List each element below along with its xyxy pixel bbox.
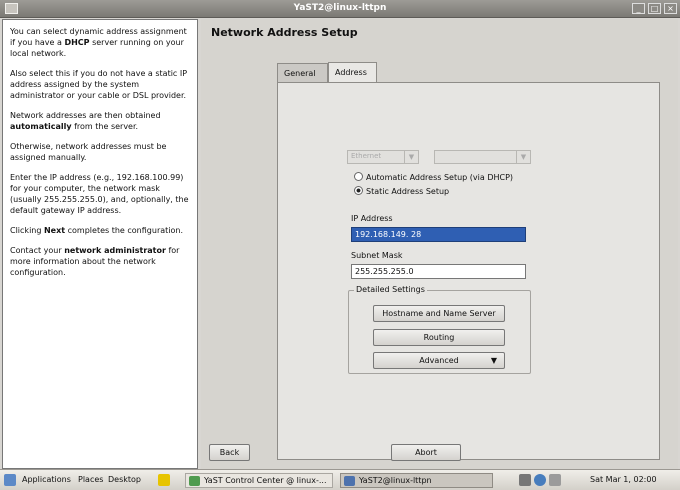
speaker-icon[interactable] xyxy=(549,474,561,486)
clock[interactable]: Sat Mar 1, 02:00 xyxy=(590,475,657,484)
yast-icon xyxy=(189,476,200,486)
config-name-combo: ▼ xyxy=(434,150,531,164)
help-paragraph: Enter the IP address (e.g., 192.168.100.… xyxy=(10,172,191,216)
advanced-button-label: Advanced xyxy=(419,356,459,365)
help-text: Also select this if you do not have a st… xyxy=(10,69,188,100)
help-paragraph: Clicking Next completes the configuratio… xyxy=(10,225,191,236)
window-title: YaST2@linux-lttpn xyxy=(293,3,387,13)
minimize-icon[interactable]: _ xyxy=(632,3,645,14)
help-paragraph: Also select this if you do not have a st… xyxy=(10,68,191,101)
radio-dhcp[interactable]: Automatic Address Setup (via DHCP) xyxy=(354,172,513,182)
hostname-name-server-button[interactable]: Hostname and Name Server xyxy=(373,305,505,322)
help-emphasis: Next xyxy=(43,226,66,235)
help-emphasis: network administrator xyxy=(64,246,166,255)
subnet-mask-field[interactable]: 255.255.255.0 xyxy=(351,264,526,279)
taskbar: Applications Places Desktop YaST Control… xyxy=(0,469,680,490)
task-label: YaST2@linux-lttpn xyxy=(359,476,432,485)
maximize-icon[interactable]: □ xyxy=(648,3,661,14)
help-paragraph: Otherwise, network addresses must be ass… xyxy=(10,141,191,163)
detailed-settings-title: Detailed Settings xyxy=(354,285,427,294)
task-yast-control-center[interactable]: YaST Control Center @ linux-... xyxy=(185,473,333,488)
close-icon[interactable]: × xyxy=(664,3,677,14)
help-text: Otherwise, network addresses must be ass… xyxy=(10,142,167,162)
help-text: Enter the IP address (e.g., 192.168.100.… xyxy=(10,173,189,215)
abort-button[interactable]: Abort xyxy=(391,444,461,461)
menu-applications[interactable]: Applications xyxy=(22,475,71,484)
help-panel: You can select dynamic address assignmen… xyxy=(2,19,198,469)
monitor-icon[interactable] xyxy=(519,474,531,486)
radio-static-label: Static Address Setup xyxy=(366,187,450,196)
help-text: from the server. xyxy=(71,122,139,131)
chevron-down-icon: ▼ xyxy=(516,151,530,163)
tab-general[interactable]: General xyxy=(277,63,328,82)
menu-places[interactable]: Places xyxy=(78,475,103,484)
help-text: Network addresses are then obtained xyxy=(10,111,161,120)
help-text: completes the configuration. xyxy=(65,226,183,235)
radio-dhcp-label: Automatic Address Setup (via DHCP) xyxy=(366,173,514,182)
ip-address-field[interactable]: 192.168.149. 28 xyxy=(351,227,526,242)
help-emphasis: DHCP xyxy=(64,38,90,47)
help-paragraph: You can select dynamic address assignmen… xyxy=(10,26,191,59)
window-titlebar[interactable]: YaST2@linux-lttpn _ □ × xyxy=(0,0,680,18)
notes-icon[interactable] xyxy=(158,474,170,486)
subnet-mask-label: Subnet Mask xyxy=(351,251,403,260)
search-icon[interactable] xyxy=(534,474,546,486)
chevron-down-icon: ▼ xyxy=(404,151,418,163)
menu-desktop[interactable]: Desktop xyxy=(108,475,141,484)
routing-button[interactable]: Routing xyxy=(373,329,505,346)
address-tab-panel: Ethernet ▼ ▼ Automatic Address Setup (vi… xyxy=(277,82,660,460)
radio-button-icon[interactable] xyxy=(354,172,363,181)
radio-static[interactable]: Static Address Setup xyxy=(354,186,449,196)
help-paragraph: Contact your network administrator for m… xyxy=(10,245,191,278)
help-paragraph: Network addresses are then obtained auto… xyxy=(10,110,191,132)
device-type-value: Ethernet xyxy=(351,152,382,160)
main-menu-icon[interactable] xyxy=(4,474,16,486)
tab-address[interactable]: Address xyxy=(328,62,377,83)
device-type-combo: Ethernet ▼ xyxy=(347,150,419,164)
back-button[interactable]: Back xyxy=(209,444,250,461)
content-area: Network Address Setup General Address Et… xyxy=(201,19,678,469)
task-yast2-window[interactable]: YaST2@linux-lttpn xyxy=(340,473,493,488)
page-title: Network Address Setup xyxy=(211,26,358,39)
help-text: Contact your xyxy=(10,246,65,255)
advanced-button[interactable]: Advanced ▼ xyxy=(373,352,505,369)
chevron-down-icon: ▼ xyxy=(490,356,497,365)
ip-address-label: IP Address xyxy=(351,214,393,223)
task-label: YaST Control Center @ linux-... xyxy=(204,476,327,485)
window-icon xyxy=(344,476,355,486)
radio-button-checked-icon[interactable] xyxy=(354,186,363,195)
detailed-settings-group: Detailed Settings Hostname and Name Serv… xyxy=(348,285,531,374)
help-emphasis: automatically xyxy=(10,122,72,131)
help-text: Clicking xyxy=(10,226,44,235)
